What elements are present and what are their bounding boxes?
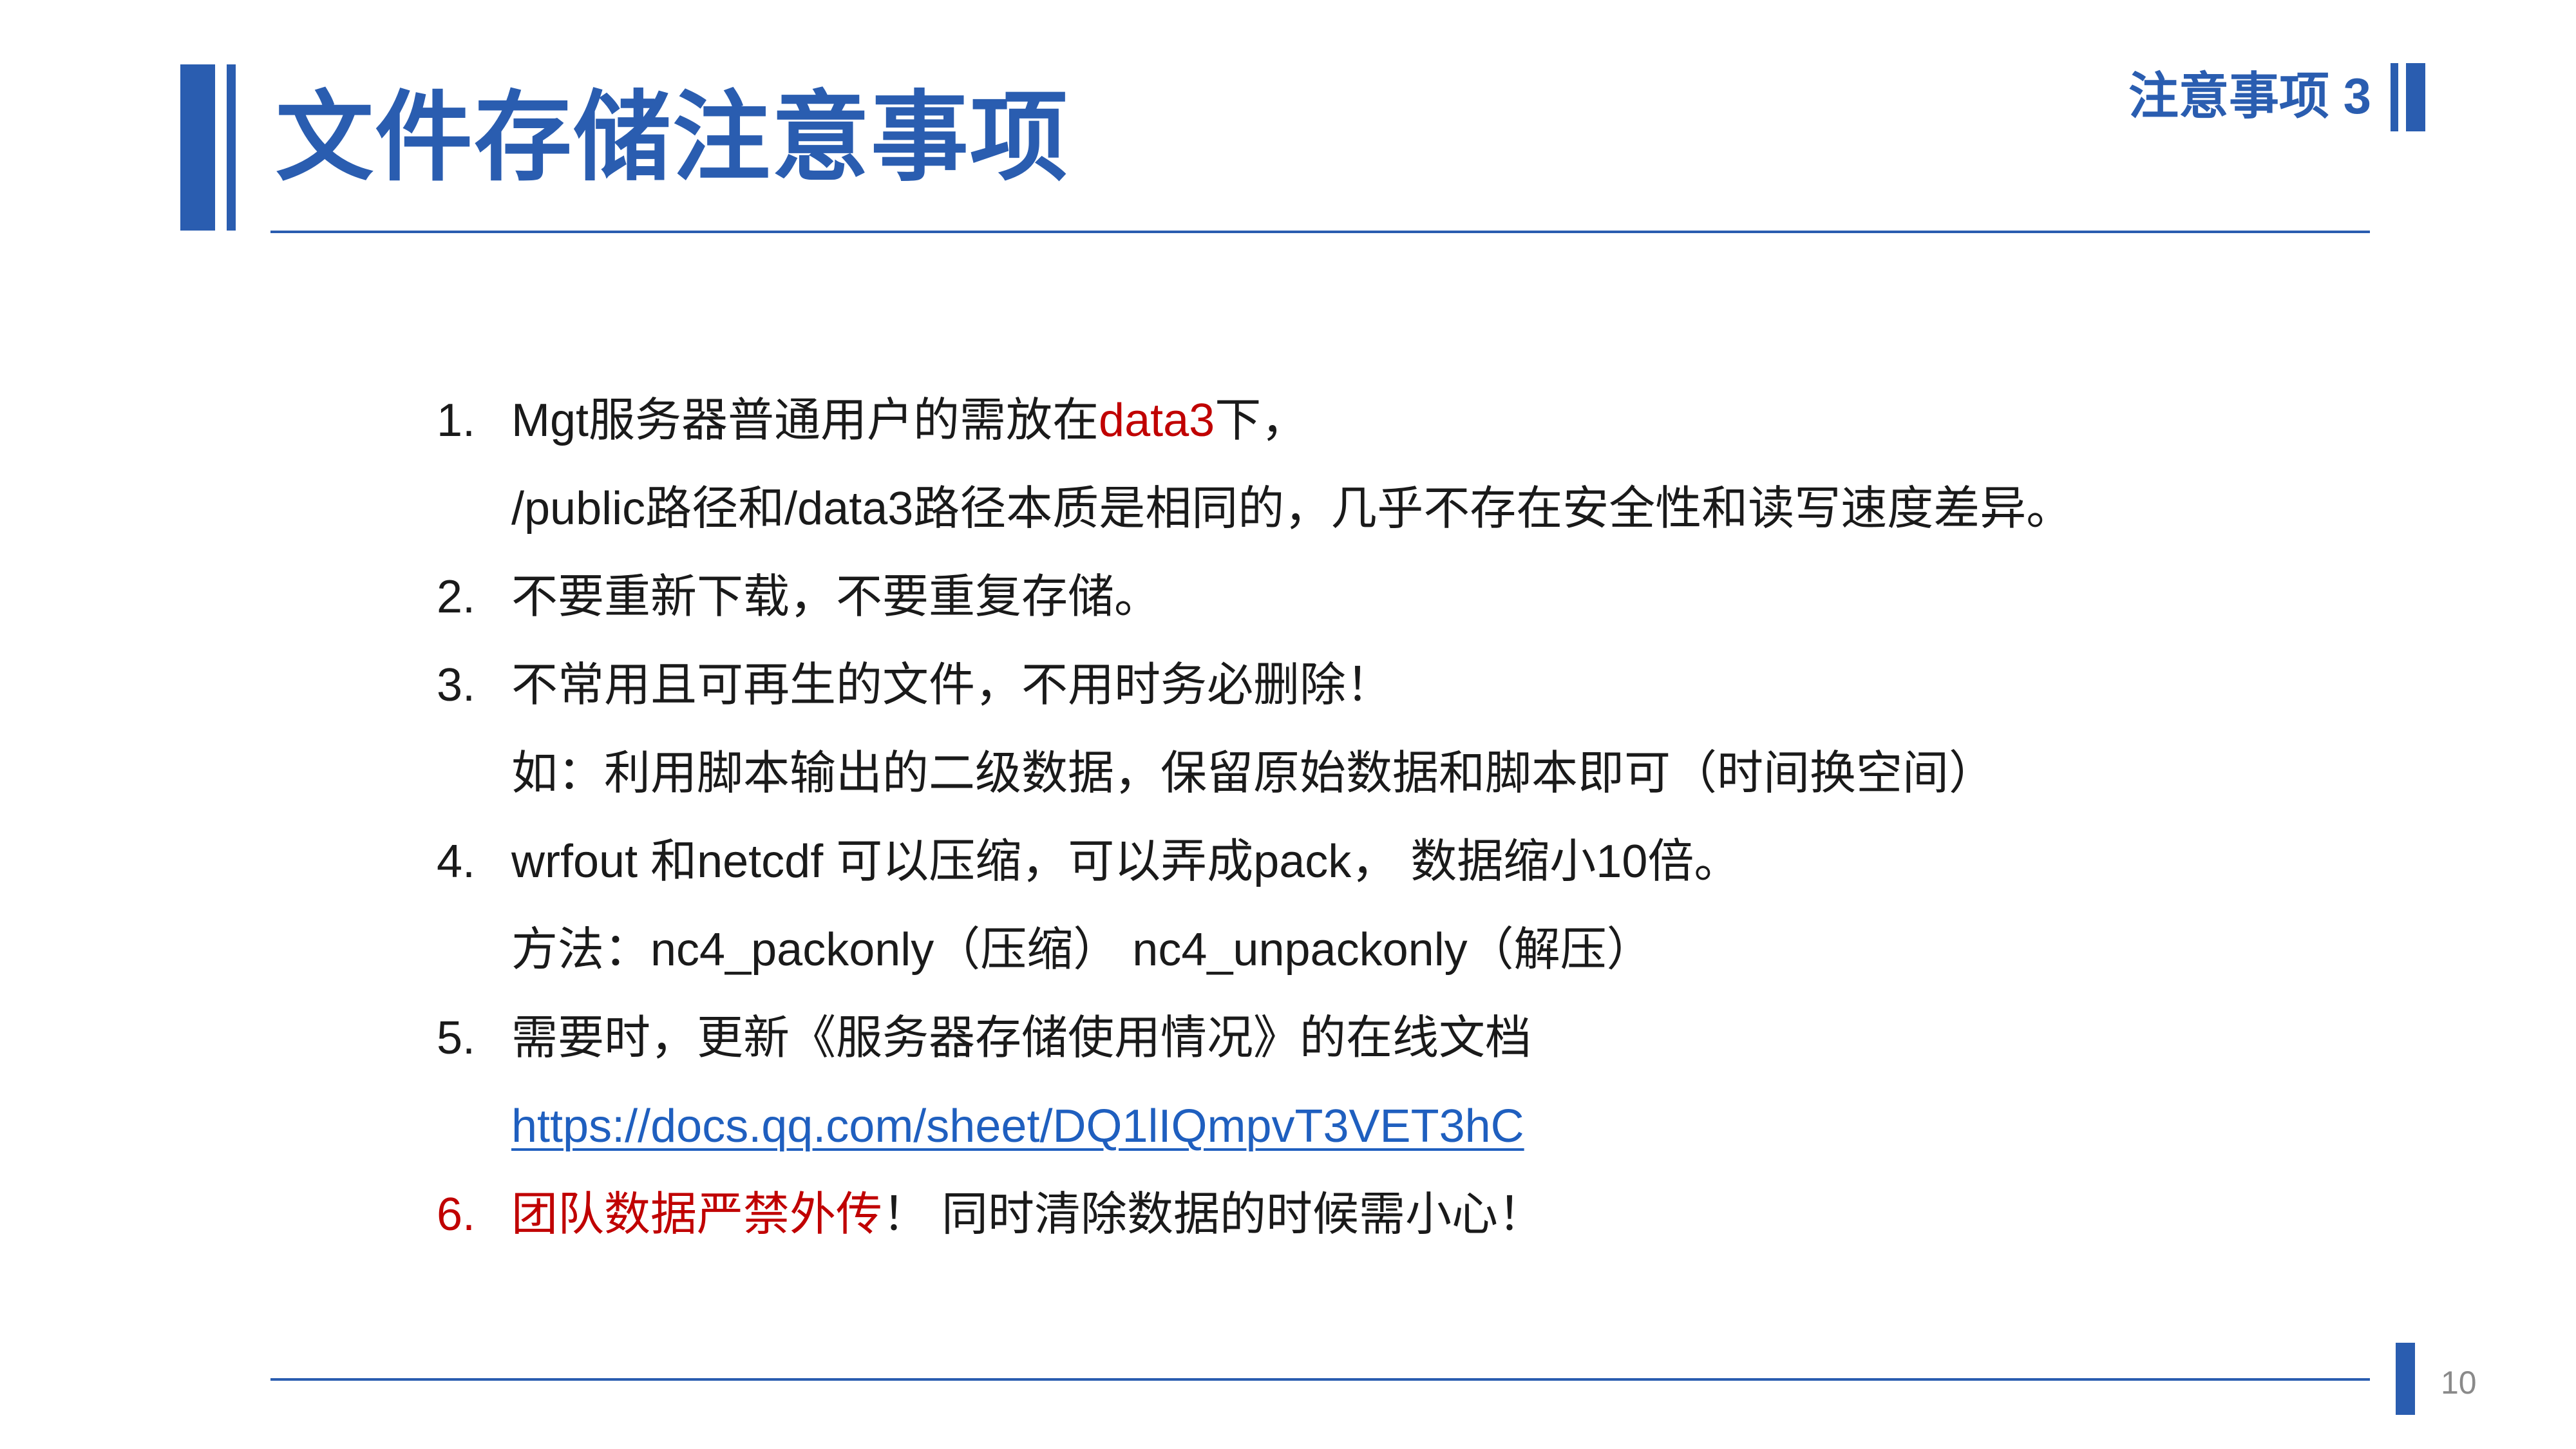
list-item-number: 1.: [437, 395, 476, 446]
footer-rule: [270, 1378, 2370, 1381]
title-accent-bar: [180, 64, 215, 231]
page-title: 文件存储注意事项: [276, 83, 1069, 193]
title-underline: [270, 231, 2370, 233]
list-item: 6. 团队数据严禁外传！ 同时清除数据的时候需小心！: [437, 1171, 2369, 1259]
list-item-text: 不常用且可再生的文件，不用时务必删除！: [511, 659, 1393, 711]
list-item-text: 方法：nc4_packonly（压缩） nc4_unpackonly（解压）: [511, 924, 1653, 976]
list-item-text: Mgt服务器普通用户的需放在data3下，: [511, 395, 1308, 446]
list-item-text: 如：利用脚本输出的二级数据，保留原始数据和脚本即可（时间换空间）: [511, 748, 1996, 799]
online-document-link[interactable]: https://docs.qq.com/sheet/DQ1lIQmpvT3VET…: [511, 1083, 1524, 1171]
highlight-text: 团队数据严禁外传: [511, 1189, 883, 1240]
list-item-number: 2.: [437, 571, 476, 623]
list-item-continuation: 方法：nc4_packonly（压缩） nc4_unpackonly（解压）: [437, 906, 2369, 994]
list-item: 4. wrfout 和netcdf 可以压缩，可以弄成pack， 数据缩小10倍…: [437, 818, 2369, 906]
highlight-text: data3: [1099, 395, 1215, 446]
notes-list: 1. Mgt服务器普通用户的需放在data3下， /public路径和/data…: [437, 377, 2369, 1259]
list-item-text: wrfout 和netcdf 可以压缩，可以弄成pack， 数据缩小10倍。: [511, 836, 1741, 887]
list-item-number: 3.: [437, 659, 476, 711]
list-item: 1. Mgt服务器普通用户的需放在data3下，: [437, 377, 2369, 465]
title-accent-bar-thin: [227, 64, 236, 231]
section-accent-bar: [2391, 63, 2398, 131]
page-number-accent-bar: [2396, 1343, 2415, 1415]
list-item: 5. 需要时，更新《服务器存储使用情况》的在线文档: [437, 994, 2369, 1083]
list-item-continuation: https://docs.qq.com/sheet/DQ1lIQmpvT3VET…: [437, 1083, 2369, 1171]
list-item: 3. 不常用且可再生的文件，不用时务必删除！: [437, 641, 2369, 730]
list-item-text: /public路径和/data3路径本质是相同的，几乎不存在安全性和读写速度差异…: [511, 483, 2073, 535]
list-item: 2. 不要重新下载，不要重复存储。: [437, 553, 2369, 641]
page-number: 10: [2441, 1365, 2477, 1401]
list-item-number: 6.: [437, 1189, 476, 1240]
list-item-text: 团队数据严禁外传！ 同时清除数据的时候需小心！: [511, 1189, 1545, 1240]
list-item-text: 需要时，更新《服务器存储使用情况》的在线文档: [511, 1012, 1532, 1064]
section-label: 注意事项 3: [2128, 68, 2371, 124]
list-item-continuation: /public路径和/data3路径本质是相同的，几乎不存在安全性和读写速度差异…: [437, 465, 2369, 553]
list-item-text: 不要重新下载，不要重复存储。: [511, 571, 1161, 623]
list-item-number: 5.: [437, 1012, 476, 1064]
list-item-continuation: 如：利用脚本输出的二级数据，保留原始数据和脚本即可（时间换空间）: [437, 730, 2369, 818]
section-accent-bar-thick: [2406, 63, 2425, 131]
list-item-number: 4.: [437, 836, 476, 887]
